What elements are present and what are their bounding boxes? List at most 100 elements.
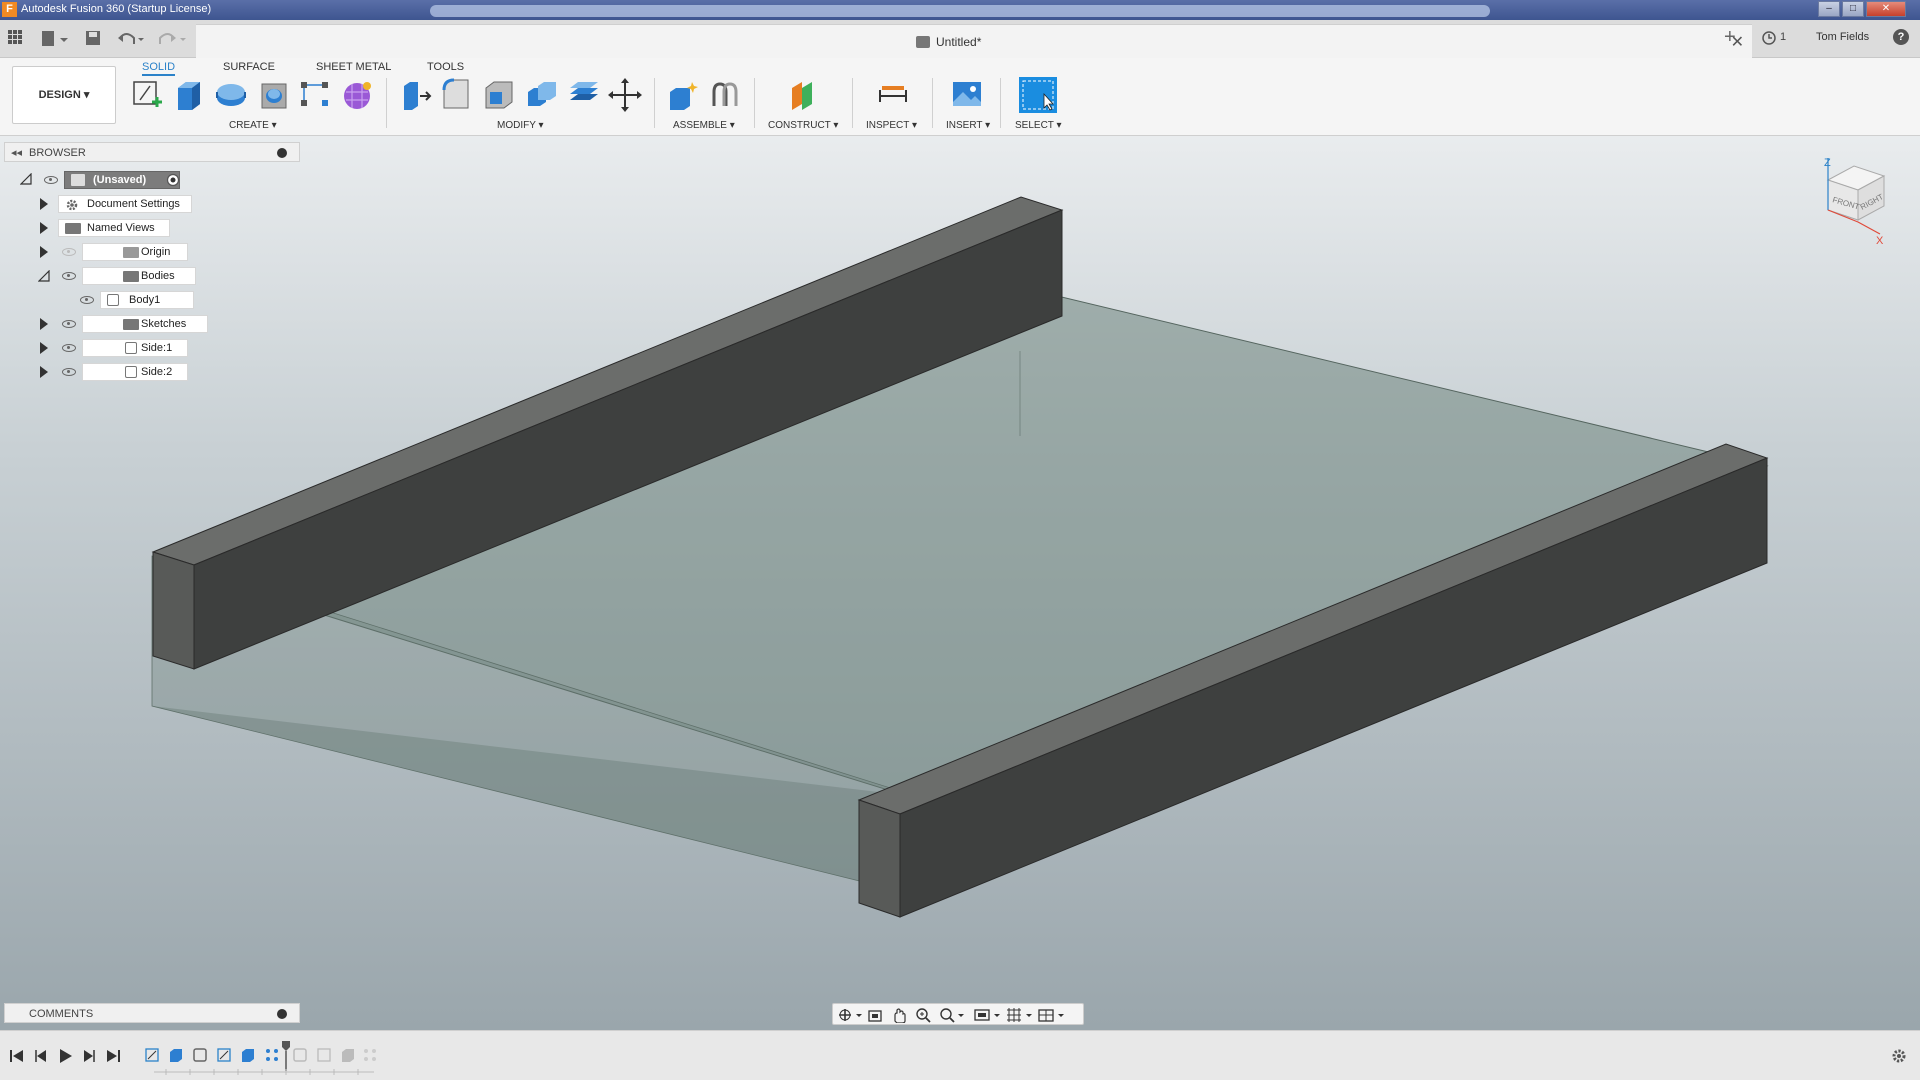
inspect-group-label[interactable]: INSPECT ▾ xyxy=(866,120,917,131)
visibility-eye-icon[interactable] xyxy=(80,296,94,304)
help-icon[interactable]: ? xyxy=(1893,29,1909,45)
move-icon[interactable] xyxy=(608,78,642,112)
new-tab-icon[interactable]: + xyxy=(1724,26,1736,49)
go-to-end-icon[interactable] xyxy=(104,1047,122,1065)
tree-row-root[interactable]: (Unsaved) xyxy=(18,170,218,190)
step-back-icon[interactable] xyxy=(32,1047,50,1065)
pin-icon[interactable] xyxy=(277,148,287,158)
comments-panel-header[interactable]: COMMENTS xyxy=(4,1003,300,1023)
tree-row-side-2[interactable]: Side:2 xyxy=(36,362,236,382)
3d-viewport[interactable] xyxy=(0,136,1920,1030)
visibility-eye-icon[interactable] xyxy=(62,272,76,280)
go-to-start-icon[interactable] xyxy=(8,1047,26,1065)
joint-icon[interactable] xyxy=(708,78,742,112)
insert-group-label[interactable]: INSERT ▾ xyxy=(946,120,990,131)
save-icon[interactable] xyxy=(84,28,102,50)
minimize-button[interactable]: – xyxy=(1818,1,1840,17)
modify-group-label[interactable]: MODIFY ▾ xyxy=(497,120,544,131)
add-comment-icon[interactable] xyxy=(277,1009,287,1019)
collapse-panel-icon[interactable]: ◂◂ xyxy=(11,146,22,159)
construct-group-label[interactable]: CONSTRUCT ▾ xyxy=(768,120,838,131)
new-component-icon[interactable] xyxy=(666,78,700,112)
workspace-switcher-button[interactable]: DESIGN ▾ xyxy=(12,66,116,124)
rectangular-pattern-icon[interactable] xyxy=(298,78,332,112)
visibility-eye-icon[interactable] xyxy=(62,248,76,256)
timeline-extrude-icon[interactable] xyxy=(168,1047,184,1063)
expand-triangle-icon[interactable] xyxy=(40,222,48,234)
revolve-icon[interactable] xyxy=(214,78,248,112)
timeline-extrude-icon[interactable] xyxy=(340,1047,356,1063)
browser-panel-header[interactable]: ◂◂ BROWSER xyxy=(4,142,300,162)
sketches-node[interactable]: Sketches xyxy=(82,315,208,333)
play-icon[interactable] xyxy=(56,1047,74,1065)
extrude-icon[interactable] xyxy=(172,78,206,112)
document-tab[interactable]: Untitled* ✕ xyxy=(196,24,1752,58)
document-settings-node[interactable]: Document Settings xyxy=(58,195,192,213)
visibility-eye-icon[interactable] xyxy=(62,320,76,328)
fit-icon[interactable] xyxy=(939,1007,965,1023)
select-icon[interactable] xyxy=(1018,76,1058,114)
expand-triangle-icon[interactable] xyxy=(40,366,48,378)
model-scene[interactable] xyxy=(0,136,1920,1030)
measure-icon[interactable] xyxy=(876,78,910,112)
form-icon[interactable] xyxy=(340,78,374,112)
tree-row-side-1[interactable]: Side:1 xyxy=(36,338,236,358)
tree-row-sketches[interactable]: Sketches xyxy=(36,314,236,334)
create-group-label[interactable]: CREATE ▾ xyxy=(229,120,277,131)
redo-icon[interactable] xyxy=(158,28,188,50)
tab-solid[interactable]: SOLID xyxy=(142,58,176,76)
timeline-sketch-icon[interactable] xyxy=(144,1047,160,1063)
tree-row-origin[interactable]: Origin xyxy=(36,242,236,262)
timeline-pattern-icon[interactable] xyxy=(362,1047,378,1063)
user-name[interactable]: Tom Fields xyxy=(1816,31,1869,43)
expand-triangle-icon[interactable] xyxy=(40,318,48,330)
tab-tools[interactable]: TOOLS xyxy=(427,58,464,76)
bodies-node[interactable]: Bodies xyxy=(82,267,196,285)
tree-row-document-settings[interactable]: Document Settings xyxy=(36,194,236,214)
body1-node[interactable]: Body1 xyxy=(100,291,194,309)
tree-row-bodies[interactable]: Bodies xyxy=(36,266,236,286)
expand-triangle-icon[interactable] xyxy=(40,342,48,354)
tab-surface[interactable]: SURFACE xyxy=(223,58,275,76)
job-status-icon[interactable] xyxy=(1762,31,1776,45)
tree-row-body1[interactable]: Body1 xyxy=(76,290,276,310)
zoom-icon[interactable] xyxy=(915,1007,931,1023)
side-1-node[interactable]: Side:1 xyxy=(82,339,188,357)
rail-1-end-face[interactable] xyxy=(152,551,195,670)
file-menu-icon[interactable] xyxy=(40,28,70,50)
timeline-component-icon[interactable] xyxy=(292,1047,308,1063)
root-component-node[interactable]: (Unsaved) xyxy=(64,171,180,189)
look-at-icon[interactable] xyxy=(867,1007,883,1023)
split-face-icon[interactable] xyxy=(566,78,600,112)
visibility-eye-icon[interactable] xyxy=(44,176,58,184)
timeline-component-icon[interactable] xyxy=(192,1047,208,1063)
grid-settings-icon[interactable] xyxy=(1005,1007,1033,1023)
undo-icon[interactable] xyxy=(116,28,146,50)
timeline-settings-gear-icon[interactable] xyxy=(1890,1047,1908,1065)
insert-canvas-icon[interactable] xyxy=(950,78,984,112)
visibility-eye-icon[interactable] xyxy=(62,368,76,376)
timeline-marker[interactable] xyxy=(282,1041,290,1071)
press-pull-icon[interactable] xyxy=(398,78,432,112)
orbit-icon[interactable] xyxy=(837,1007,863,1023)
tree-row-named-views[interactable]: Named Views xyxy=(36,218,236,238)
collapse-triangle-icon[interactable] xyxy=(38,270,50,282)
named-views-node[interactable]: Named Views xyxy=(58,219,170,237)
fillet-icon[interactable] xyxy=(440,78,474,112)
viewports-icon[interactable] xyxy=(1037,1007,1065,1023)
expand-triangle-icon[interactable] xyxy=(40,198,48,210)
offset-plane-icon[interactable] xyxy=(786,78,820,112)
timeline-extrude-icon[interactable] xyxy=(240,1047,256,1063)
view-cube[interactable]: Z X FRONT RIGHT xyxy=(1810,150,1910,250)
origin-node[interactable]: Origin xyxy=(82,243,188,261)
tab-sheet-metal[interactable]: SHEET METAL xyxy=(316,58,391,76)
combine-icon[interactable] xyxy=(524,78,558,112)
timeline-sketch-icon[interactable] xyxy=(216,1047,232,1063)
select-group-label[interactable]: SELECT ▾ xyxy=(1015,120,1062,131)
step-forward-icon[interactable] xyxy=(80,1047,98,1065)
create-sketch-icon[interactable] xyxy=(130,78,164,112)
hole-icon[interactable] xyxy=(256,78,290,112)
rail-2-end-face[interactable] xyxy=(858,799,901,918)
pan-hand-icon[interactable] xyxy=(891,1007,907,1023)
maximize-button[interactable]: □ xyxy=(1842,1,1864,17)
